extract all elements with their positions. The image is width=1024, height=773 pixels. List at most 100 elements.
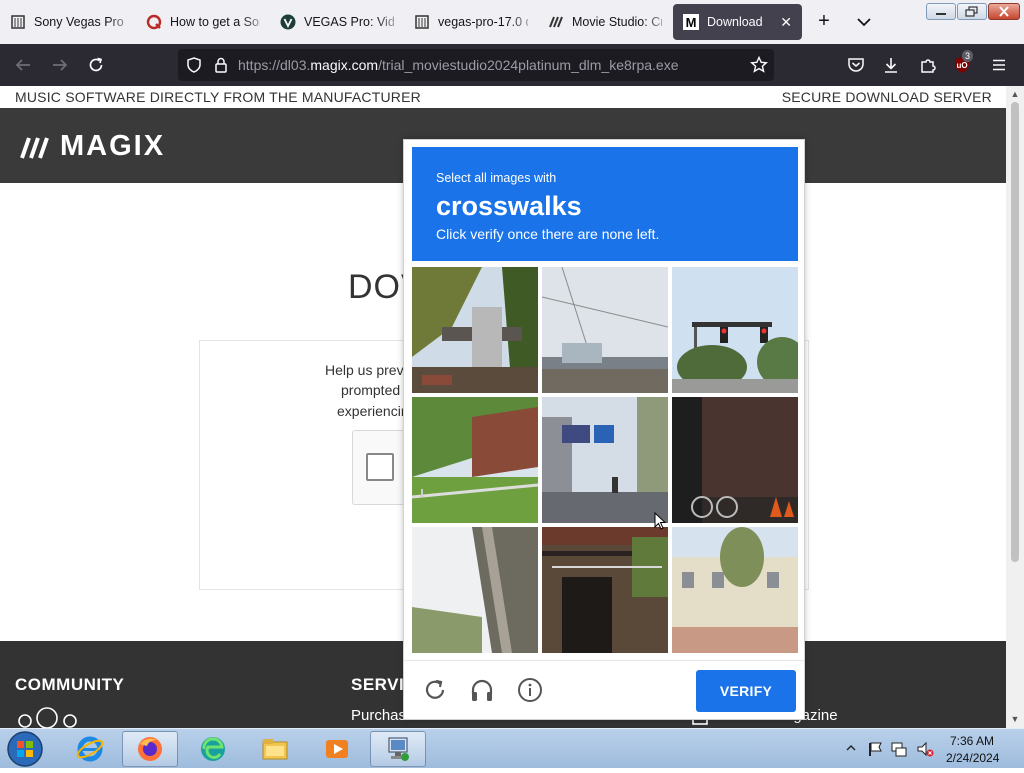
chevron-down-icon (857, 18, 871, 27)
headphones-icon (471, 679, 493, 701)
scroll-up-arrow-icon[interactable]: ▲ (1010, 89, 1020, 99)
windows-orb-icon (7, 731, 43, 767)
svg-text:uO: uO (956, 61, 967, 70)
edge-icon (201, 737, 225, 761)
tab-movie-studio[interactable]: Movie Studio: Cr (538, 4, 672, 40)
app-menu-button[interactable] (988, 54, 1010, 76)
audio-challenge-button[interactable] (469, 677, 495, 703)
firefox-icon (138, 737, 162, 761)
tab-quora[interactable]: How to get a Son (136, 4, 270, 40)
network-status-icon[interactable] (890, 740, 908, 758)
downloads-button[interactable] (880, 54, 902, 76)
magix-slashes-icon (20, 136, 49, 159)
challenge-target: crosswalks (436, 191, 582, 221)
tab-vegas-pro[interactable]: VEGAS Pro: Video (270, 4, 404, 40)
document-icon (10, 14, 26, 30)
tab-vegas-pro-17[interactable]: vegas-pro-17.0 d (404, 4, 538, 40)
volume-muted-icon[interactable] (916, 740, 934, 758)
taskbar-edge[interactable] (185, 731, 241, 767)
new-tab-button[interactable]: + (812, 10, 836, 34)
refresh-icon (425, 679, 445, 699)
lock-icon[interactable] (212, 56, 230, 79)
taskbar-internet-explorer[interactable] (62, 731, 118, 767)
download-icon (885, 58, 897, 73)
windows-taskbar: 7:36 AM 2/24/2024 (0, 728, 1024, 768)
hamburger-menu-icon (993, 59, 1005, 71)
restore-icon (965, 6, 978, 17)
image-tile-6[interactable] (672, 397, 798, 523)
magix-icon (548, 14, 564, 30)
help-text-line-3: experiencir (337, 403, 406, 419)
image-tile-9[interactable] (672, 527, 798, 653)
challenge-prompt: Select all images with (436, 171, 557, 185)
top-info-strip: MUSIC SOFTWARE DIRECTLY FROM THE MANUFAC… (0, 86, 1006, 108)
image-tile-5[interactable] (542, 397, 668, 523)
close-window-button[interactable] (988, 3, 1020, 20)
minimize-icon (936, 13, 946, 15)
challenge-header: Select all images with crosswalks Click … (412, 147, 798, 261)
tab-sony-vegas[interactable]: Sony Vegas Pro İ (0, 4, 136, 40)
captcha-challenge-dialog: Select all images with crosswalks Click … (403, 139, 805, 720)
minimize-button[interactable] (926, 3, 956, 20)
action-center-flag-icon[interactable] (866, 740, 884, 758)
tracking-protection-icon[interactable] (185, 56, 203, 79)
vegas-icon (280, 14, 296, 30)
tab-download[interactable]: M Download ✕ (673, 4, 802, 40)
svg-text:M: M (686, 15, 697, 30)
scroll-down-arrow-icon[interactable]: ▼ (1010, 714, 1020, 724)
start-button[interactable] (5, 730, 45, 768)
taskbar-file-explorer[interactable] (247, 731, 303, 767)
show-hidden-icons-icon[interactable] (846, 743, 856, 753)
puzzle-icon (921, 59, 936, 73)
list-all-tabs-button[interactable] (852, 10, 876, 34)
taskbar-firefox[interactable] (122, 731, 178, 767)
media-player-icon (326, 740, 348, 758)
ublock-button[interactable]: uO 3 (952, 50, 974, 76)
internet-explorer-icon (76, 736, 104, 762)
document-icon (414, 14, 430, 30)
image-tile-2[interactable] (542, 267, 668, 393)
tagline: MUSIC SOFTWARE DIRECTLY FROM THE MANUFAC… (15, 89, 421, 105)
tab-label: Download (707, 15, 763, 29)
image-tile-3[interactable] (672, 267, 798, 393)
image-tile-7[interactable] (412, 527, 538, 653)
close-icon (999, 6, 1009, 17)
captcha-checkbox[interactable] (366, 453, 394, 481)
extensions-button[interactable] (917, 54, 939, 76)
footer-community-heading: COMMUNITY (15, 675, 125, 694)
info-button[interactable] (517, 677, 543, 703)
reload-button[interactable] (85, 54, 107, 76)
verify-button[interactable]: VERIFY (696, 670, 796, 712)
magix-logo[interactable]: MAGIX (20, 130, 165, 163)
pocket-button[interactable] (845, 54, 867, 76)
close-tab-icon[interactable]: ✕ (780, 14, 792, 31)
image-tile-4[interactable] (412, 397, 538, 523)
challenge-hint: Click verify once there are none left. (436, 226, 660, 242)
help-text-line-2: prompted (341, 382, 401, 398)
refresh-challenge-button[interactable] (422, 677, 448, 703)
back-button[interactable] (12, 54, 34, 76)
pocket-icon (848, 58, 864, 72)
image-tile-1[interactable] (412, 267, 538, 393)
taskbar-network-app[interactable] (370, 731, 426, 767)
secure-server-label: SECURE DOWNLOAD SERVER (781, 89, 992, 105)
community-circles-icon (18, 707, 77, 728)
extension-badge: 3 (962, 50, 974, 62)
clock-time[interactable]: 7:36 AM (950, 734, 994, 748)
forward-button[interactable] (49, 54, 71, 76)
help-text-line-1: Help us prev (325, 362, 404, 378)
navigation-toolbar: https://dl03.magix.com/trial_moviestudio… (0, 44, 1024, 86)
scrollbar-thumb[interactable] (1011, 102, 1019, 562)
taskbar-media-player[interactable] (309, 731, 365, 767)
mouse-cursor-icon (654, 512, 667, 530)
clock-date[interactable]: 2/24/2024 (946, 751, 999, 765)
url-text: https://dl03.magix.com/trial_moviestudio… (238, 57, 679, 73)
info-icon (518, 678, 542, 702)
restore-button[interactable] (957, 3, 987, 20)
bookmark-star-icon[interactable] (750, 55, 768, 79)
page-scrollbar[interactable]: ▲ ▼ (1006, 86, 1024, 728)
arrow-right-icon (53, 59, 68, 71)
quora-icon (146, 14, 162, 30)
address-bar[interactable]: https://dl03.magix.com/trial_moviestudio… (178, 49, 774, 81)
image-tile-8[interactable] (542, 527, 668, 653)
